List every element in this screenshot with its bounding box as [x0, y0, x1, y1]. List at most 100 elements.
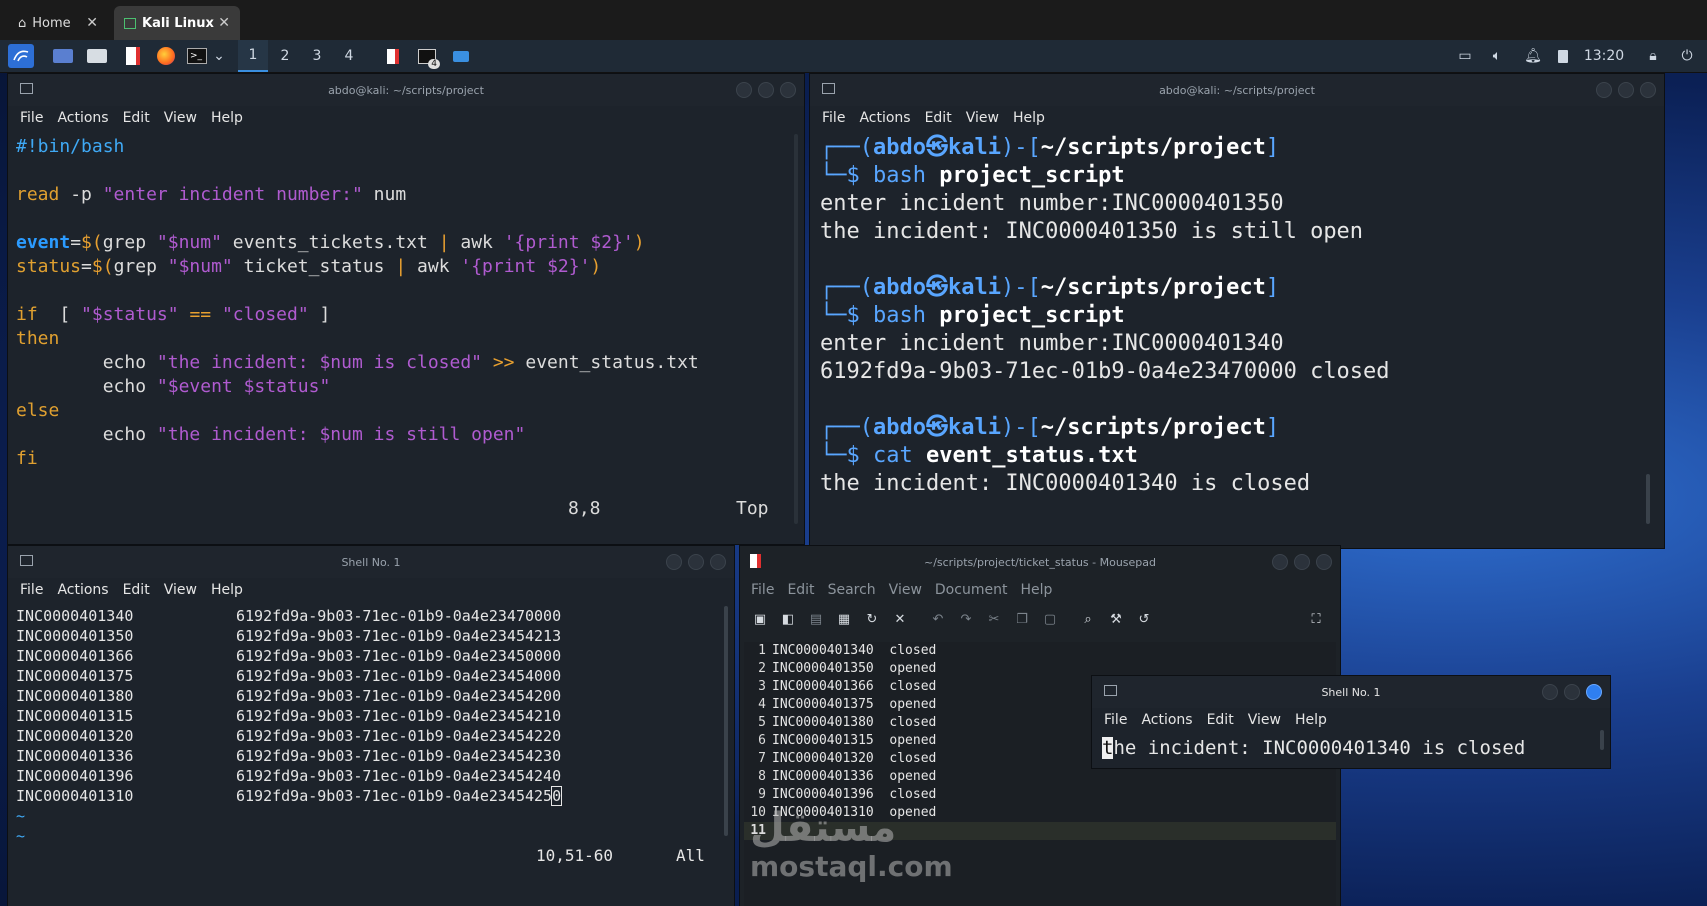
menu-help[interactable]: Help — [1013, 110, 1045, 126]
maximize-button[interactable] — [1294, 554, 1310, 570]
code-token: event_status.txt — [514, 352, 699, 373]
maximize-button[interactable] — [1564, 684, 1580, 700]
taskbar-terminal-icon[interactable]: 4 — [414, 47, 440, 69]
new-file-icon[interactable]: ▣ — [746, 604, 774, 634]
menu-edit[interactable]: Edit — [787, 582, 814, 598]
menu-edit[interactable]: Edit — [925, 110, 952, 126]
undo-icon[interactable]: ↶ — [924, 604, 952, 634]
guid: 6192fd9a-9b03-71ec-01b9-0a4e23454000 — [236, 667, 562, 685]
maximize-button[interactable] — [688, 554, 704, 570]
small-shell-output[interactable]: the incident: INC0000401340 is closed — [1102, 736, 1525, 760]
output-line: the incident: INC0000401350 is still ope… — [820, 219, 1364, 244]
copy-icon[interactable]: ❐ — [1008, 604, 1036, 634]
desktop-icon[interactable] — [52, 47, 74, 65]
chevron-down-icon[interactable]: ⌄ — [212, 47, 226, 65]
minimize-button[interactable] — [736, 82, 752, 98]
table-row: INC0000401340 6192fd9a-9b03-71ec-01b9-0a4… — [16, 606, 561, 626]
line-number: 8 — [758, 769, 766, 784]
close-button[interactable] — [780, 82, 796, 98]
close-icon[interactable]: ✕ — [86, 15, 98, 31]
menu-file[interactable]: File — [751, 582, 774, 598]
menu-edit[interactable]: Edit — [1207, 712, 1234, 728]
save-all-icon[interactable]: ▦ — [830, 604, 858, 634]
code-line: echo "the incident: $num is still open" — [16, 422, 699, 446]
workspace-3[interactable]: 3 — [302, 40, 332, 72]
minimize-button[interactable] — [1542, 684, 1558, 700]
maximize-button[interactable] — [1618, 82, 1634, 98]
bell-icon[interactable]: 🔔︎ — [1524, 47, 1542, 65]
close-button[interactable] — [1316, 554, 1332, 570]
battery-icon[interactable] — [1556, 47, 1570, 65]
fullscreen-icon[interactable]: ⛶ — [1302, 604, 1330, 634]
file-manager-icon[interactable] — [86, 47, 108, 65]
clock[interactable]: 13:20 — [1578, 47, 1630, 65]
menu-help[interactable]: Help — [211, 582, 243, 598]
shell-content[interactable]: INC0000401340 6192fd9a-9b03-71ec-01b9-0a4… — [16, 606, 563, 846]
menu-view[interactable]: View — [1248, 712, 1281, 728]
goto-icon[interactable]: ↺ — [1130, 604, 1158, 634]
list-item: 2 INC0000401350 opened — [750, 660, 936, 678]
paste-icon[interactable]: ▢ — [1036, 604, 1064, 634]
find-replace-icon[interactable]: ⚒ — [1102, 604, 1130, 634]
scrollbar[interactable] — [724, 606, 728, 836]
menu-help[interactable]: Help — [1295, 712, 1327, 728]
taskbar-folder-icon[interactable] — [452, 47, 470, 65]
tab-home[interactable]: ⌂ Home ✕ — [8, 6, 108, 40]
incident-id: INC0000401375 — [16, 667, 134, 685]
workspace-4[interactable]: 4 — [334, 40, 364, 72]
menu-actions[interactable]: Actions — [57, 110, 108, 126]
lock-icon[interactable]: 🔒︎ — [1644, 47, 1662, 65]
scrollbar[interactable] — [794, 134, 798, 524]
menu-help[interactable]: Help — [211, 110, 243, 126]
kali-menu-icon[interactable] — [8, 44, 34, 68]
scrollbar[interactable] — [1600, 730, 1604, 750]
vim-ruler-position: 8,8 — [568, 498, 601, 519]
scrollbar[interactable] — [1646, 474, 1650, 524]
maximize-button[interactable] — [758, 82, 774, 98]
menu-view[interactable]: View — [889, 582, 922, 598]
screen-icon[interactable]: ▭ — [1456, 47, 1474, 65]
close-button[interactable] — [1640, 82, 1656, 98]
minimize-button[interactable] — [1596, 82, 1612, 98]
cut-icon[interactable]: ✂ — [980, 604, 1008, 634]
vim-editor[interactable]: #!bin/bash read -p "enter incident number… — [16, 134, 699, 470]
menu-file[interactable]: File — [20, 110, 43, 126]
window-title: abdo@kali: ~/scripts/project — [328, 83, 484, 97]
menu-help[interactable]: Help — [1020, 582, 1052, 598]
menu-file[interactable]: File — [1104, 712, 1127, 728]
taskbar-mousepad-icon[interactable] — [382, 47, 404, 65]
minimize-button[interactable] — [1272, 554, 1288, 570]
menu-actions[interactable]: Actions — [1141, 712, 1192, 728]
menu-edit[interactable]: Edit — [123, 582, 150, 598]
workspace-1[interactable]: 1 — [238, 40, 268, 72]
menu-edit[interactable]: Edit — [123, 110, 150, 126]
code-token: ) — [633, 232, 645, 253]
terminal-output[interactable]: ┌──(abdo㉿kali)-[~/scripts/project] └─$ ba… — [820, 134, 1390, 498]
new-window-icon[interactable]: ◧ — [774, 604, 802, 634]
menu-search[interactable]: Search — [828, 582, 876, 598]
find-icon[interactable]: ⌕ — [1074, 604, 1102, 634]
terminal-icon[interactable]: >_ — [186, 47, 208, 65]
close-button[interactable] — [1586, 684, 1602, 700]
minimize-button[interactable] — [666, 554, 682, 570]
power-icon[interactable]: ⏻ — [1676, 47, 1698, 65]
redo-icon[interactable]: ↷ — [952, 604, 980, 634]
text-editor-icon[interactable] — [122, 47, 144, 65]
workspace-2[interactable]: 2 — [270, 40, 300, 72]
volume-icon[interactable]: 🔈︎ — [1488, 47, 1506, 65]
menu-document[interactable]: Document — [935, 582, 1008, 598]
close-button[interactable] — [710, 554, 726, 570]
save-icon[interactable]: ▤ — [802, 604, 830, 634]
menu-actions[interactable]: Actions — [57, 582, 108, 598]
close-icon[interactable]: ✕ — [218, 15, 230, 31]
firefox-icon[interactable] — [155, 47, 177, 65]
menu-view[interactable]: View — [164, 582, 197, 598]
menu-file[interactable]: File — [822, 110, 845, 126]
menu-file[interactable]: File — [20, 582, 43, 598]
close-doc-icon[interactable]: ✕ — [886, 604, 914, 634]
reload-icon[interactable]: ↻ — [858, 604, 886, 634]
menu-view[interactable]: View — [966, 110, 999, 126]
menu-view[interactable]: View — [164, 110, 197, 126]
tab-kali-linux[interactable]: Kali Linux ✕ — [114, 6, 240, 40]
menu-actions[interactable]: Actions — [859, 110, 910, 126]
